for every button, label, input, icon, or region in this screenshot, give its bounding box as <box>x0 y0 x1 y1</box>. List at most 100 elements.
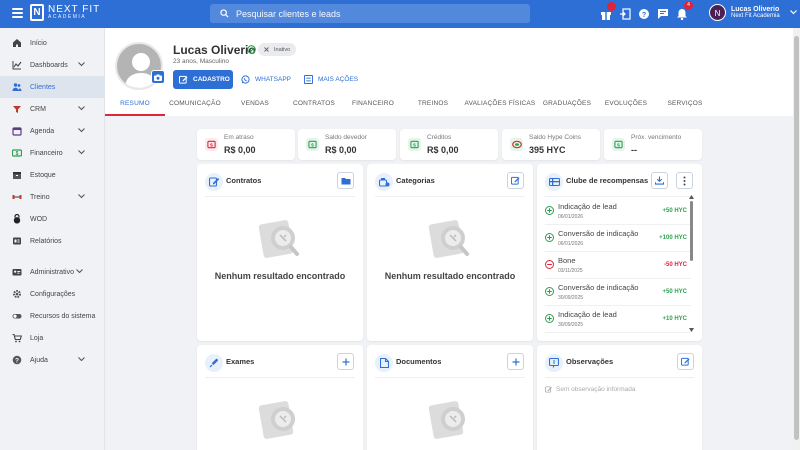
sidebar-item-relatorios[interactable]: Relatórios <box>0 230 105 252</box>
reward-value: +10 HYC <box>662 316 687 322</box>
gift-icon[interactable] <box>600 2 616 20</box>
plus-circle-icon <box>545 314 554 323</box>
sidebar-item-agenda[interactable]: Agenda <box>0 120 105 142</box>
bell-icon[interactable]: 4 <box>676 1 693 21</box>
sidebar-item-configuracoes[interactable]: Configurações <box>0 283 105 305</box>
sidebar-item-financeiro[interactable]: $ Financeiro <box>0 142 105 164</box>
tab-contratos[interactable]: Contratos <box>284 95 344 116</box>
rewards-scrollbar[interactable] <box>689 195 694 332</box>
chat-icon[interactable] <box>657 7 669 19</box>
profile-header: Lucas Oliverio Inativo 23 anos, Masculin… <box>105 28 793 116</box>
box-icon <box>12 170 22 180</box>
list-item: Conversão de indicação 30/09/2025 +50 HY… <box>545 279 691 306</box>
user-menu[interactable]: N Lucas Oliverio Next Fit Academia <box>709 4 797 21</box>
tab-financeiro[interactable]: Financeiro <box>343 95 403 116</box>
sidebar-item-recursos[interactable]: Recursos do sistema <box>0 305 105 327</box>
sidebar: Início Dashboards Clientes CRM Agenda $ … <box>0 28 105 450</box>
mais-acoes-button[interactable]: MAIS AÇÕES <box>304 70 358 89</box>
stat-value: -- <box>631 145 637 155</box>
chevron-down-icon <box>789 10 797 15</box>
close-icon <box>264 47 269 52</box>
chevron-down-icon <box>78 128 85 133</box>
open-folder-button[interactable] <box>337 172 354 189</box>
add-exame-button[interactable] <box>337 353 354 370</box>
gift-badge <box>607 2 616 11</box>
help-circle-icon[interactable]: ? <box>638 7 650 19</box>
sidebar-item-label: Configurações <box>30 290 76 298</box>
sidebar-item-inicio[interactable]: Início <box>0 32 105 54</box>
edit-icon <box>681 357 690 366</box>
tab-vendas[interactable]: Vendas <box>225 95 285 116</box>
sidebar-item-clientes[interactable]: Clientes <box>0 76 105 98</box>
sidebar-item-label: Início <box>30 39 47 47</box>
sidebar-item-dashboards[interactable]: Dashboards <box>0 54 105 76</box>
exit-door-icon[interactable] <box>619 7 631 20</box>
sidebar-item-wod[interactable]: WOD <box>0 208 105 230</box>
stat-label: Créditos <box>427 134 452 141</box>
status-badge[interactable]: Inativo <box>258 43 297 56</box>
clube-recompensas-card: Clube de recompensas Indicação de lead 0… <box>537 164 702 341</box>
tab-treinos[interactable]: Treinos <box>403 95 463 116</box>
dumbbell-icon <box>12 192 22 202</box>
download-button[interactable] <box>651 172 668 189</box>
sidebar-item-crm[interactable]: CRM <box>0 98 105 120</box>
edit-observacoes-button[interactable] <box>677 353 694 370</box>
chevron-down-icon <box>78 357 85 362</box>
more-options-button[interactable] <box>676 172 693 189</box>
card-title: Categorias <box>396 176 435 185</box>
reward-date: 06/01/2026 <box>558 214 584 220</box>
reward-date: 03/11/2025 <box>558 268 583 274</box>
reward-value: +50 HYC <box>662 289 687 295</box>
whatsapp-label: WHATSAPP <box>255 76 291 83</box>
profile-tabs: Resumo Comunicação Vendas Contratos Fina… <box>105 95 793 116</box>
stat-label: Em atraso <box>224 134 254 141</box>
chevron-down-icon <box>78 194 85 199</box>
sidebar-item-treino[interactable]: Treino <box>0 186 105 208</box>
toggle-icon <box>12 311 22 321</box>
logo[interactable]: N NEXT FIT ACADEMIA <box>30 4 100 21</box>
more-vertical-icon <box>683 176 686 185</box>
check-circle-icon <box>247 45 256 54</box>
sidebar-item-label: Dashboards <box>30 61 68 69</box>
sidebar-item-ajuda[interactable]: ? Ajuda <box>0 349 105 371</box>
tab-evolucoes[interactable]: Evoluções <box>596 95 656 116</box>
syringe-icon <box>205 354 223 372</box>
tab-comunicacao[interactable]: Comunicação <box>165 95 225 116</box>
actions-icon <box>304 75 313 84</box>
plus-circle-icon <box>545 206 554 215</box>
tab-servicos[interactable]: Serviços <box>655 95 715 116</box>
money-icon: $ <box>306 138 319 151</box>
card-title: Observações <box>566 357 614 366</box>
observacoes-empty-text: Sem observação informada <box>556 386 636 393</box>
cadastro-button[interactable]: CADASTRO <box>173 70 233 89</box>
scroll-down-icon[interactable] <box>689 328 694 332</box>
menu-icon[interactable] <box>12 8 23 19</box>
add-documento-button[interactable] <box>507 353 524 370</box>
stat-label: Saldo devedor <box>325 134 367 141</box>
page-scrollbar[interactable] <box>793 28 800 450</box>
tab-graduacoes[interactable]: Graduações <box>537 95 597 116</box>
reward-title: Conversão de indicação <box>558 283 639 292</box>
sidebar-item-label: Estoque <box>30 171 56 179</box>
money-icon: $ <box>408 138 421 151</box>
users-icon <box>12 82 22 92</box>
edit-icon <box>511 176 520 185</box>
reward-date: 06/01/2026 <box>558 241 584 247</box>
sidebar-item-label: Administrativo <box>30 268 74 276</box>
camera-icon <box>154 74 162 81</box>
scroll-up-icon[interactable] <box>689 195 694 199</box>
sidebar-item-estoque[interactable]: Estoque <box>0 164 105 186</box>
list-item: Bone 03/11/2025 -50 HYC <box>545 252 691 279</box>
top-bar: N NEXT FIT ACADEMIA Pesquisar clientes e… <box>0 0 800 28</box>
edit-categorias-button[interactable] <box>507 172 524 189</box>
sidebar-item-administrativo[interactable]: Administrativo <box>0 261 105 283</box>
tab-avaliacoes-fisicas[interactable]: Avaliações físicas <box>463 95 537 116</box>
tab-resumo[interactable]: Resumo <box>105 95 165 116</box>
kettlebell-icon <box>12 214 22 224</box>
camera-button[interactable] <box>151 70 165 84</box>
sidebar-item-label: Recursos do sistema <box>30 312 96 320</box>
search-input[interactable]: Pesquisar clientes e leads <box>210 4 530 23</box>
sidebar-item-loja[interactable]: Loja <box>0 327 105 349</box>
empty-search-icon <box>257 397 303 443</box>
whatsapp-button[interactable]: WHATSAPP <box>241 70 291 89</box>
